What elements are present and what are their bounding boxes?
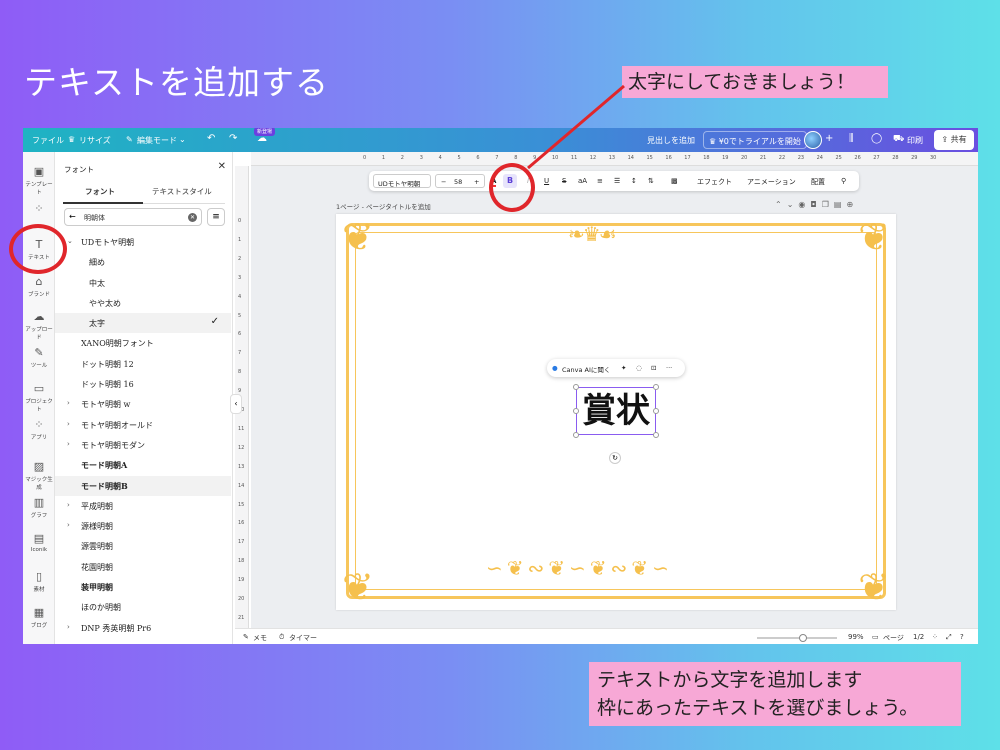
annotation-arrow	[527, 84, 625, 170]
collapse-panel-button[interactable]: ‹	[230, 394, 242, 414]
